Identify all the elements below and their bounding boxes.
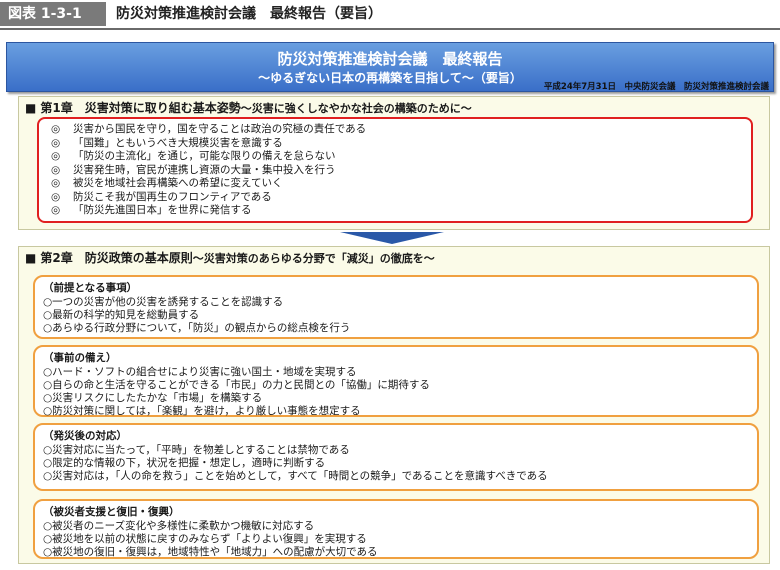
chapter-1-heading: ■ 第1章 災害対策に取り組む基本姿勢～災害に強くしなやかな社会の構築のために～ — [25, 99, 472, 116]
section-premises: （前提となる事項） ○一つの災害が他の災害を誘発することを認識する ○最新の科学… — [33, 275, 759, 339]
chapter-2-heading: ■ 第2章 防災政策の基本原則～災害対策のあらゆる分野で「減災」の徹底を～ — [25, 249, 435, 266]
chapter-2-subtitle: ～災害対策のあらゆる分野で「減災」の徹底を～ — [192, 252, 435, 265]
list-item: ○被災地を以前の状態に戻すのみならず「よりよい復興」を実現する — [43, 533, 367, 545]
double-circle-icon: ◎ — [51, 150, 61, 162]
section-title: （事前の備え） — [43, 352, 117, 364]
list-item: ◎ 「国難」ともいうべき大規模災害を意識する — [51, 136, 283, 149]
square-bullet-icon: ■ — [25, 251, 37, 265]
list-item: ○被災地の復旧・復興は，地域特性や「地域力」への配慮が大切である — [43, 546, 378, 558]
list-item: ◎ 「防災先進国日本」を世界に発信する — [51, 204, 252, 216]
list-item: ○災害リスクにしたたかな「市場」を構築する — [43, 392, 263, 404]
list-item: ○限定的な情報の下，状況を把握・想定し，適時に判断する — [43, 457, 326, 469]
list-item: ○災害対応は，「人の命を救う」ことを始めとして，すべて「時間との競争」であること… — [43, 470, 548, 482]
square-bullet-icon: ■ — [25, 101, 37, 115]
list-item: ○被災者のニーズ変化や多様性に柔軟かつ機敏に対応する — [43, 520, 315, 532]
figure-title: 防災対策推進検討会議 最終報告（要旨） — [116, 6, 382, 22]
double-circle-icon: ◎ — [51, 177, 61, 189]
chapter-1-principles-list: ◎ 災害から国民を守り，国を守ることは政治の究極の責任である ◎ 「国難」ともいうべ… — [37, 117, 753, 223]
list-item: ◎ 被災を地域社会再構築への希望に変えていく — [51, 177, 283, 189]
list-item: ○ハード・ソフトの組合せにより災害に強い国土・地域を実現する — [43, 366, 357, 378]
list-item: ○災害対応に当たって，「平時」を物差しとすることは禁物である — [43, 444, 350, 456]
figure-header: 図表 1-3-1 防災対策推進検討会議 最終報告（要旨） — [0, 0, 780, 30]
banner-title: 防災対策推進検討会議 最終報告 — [277, 50, 503, 68]
section-response: （発災後の対応） ○災害対応に当たって，「平時」を物差しとすることは禁物である … — [33, 423, 759, 491]
down-arrow-icon — [340, 232, 444, 244]
section-title: （前提となる事項） — [43, 282, 138, 294]
list-item: ○防災対策に関しては，「楽観」を避け，より厳しい事態を想定する — [43, 405, 361, 417]
list-item: ○最新の科学的知見を総動員する — [43, 309, 200, 321]
chapter-1-box: ■ 第1章 災害対策に取り組む基本姿勢～災害に強くしなやかな社会の構築のために～ … — [18, 96, 770, 230]
figure-tag: 図表 1-3-1 — [0, 2, 106, 26]
list-item: ◎ 防災こそ我が国再生のフロンティアである — [51, 190, 272, 203]
list-item: ○自らの命と生活を守ることができる「市民」の力と民間との「協働」に期待する — [43, 379, 430, 391]
chapter-1-title: 第1章 災害対策に取り組む基本姿勢 — [40, 101, 241, 115]
report-banner: 防災対策推進検討会議 最終報告 ～ゆるぎない日本の再構築を目指して～（要旨） 平… — [6, 42, 774, 92]
section-title: （被災者支援と復旧・復興） — [43, 506, 180, 518]
list-item: ◎ 災害発生時，官民が連携し資源の大量・集中投入を行う — [51, 163, 336, 176]
list-item: ○一つの災害が他の災害を誘発することを認識する — [43, 296, 284, 308]
double-circle-icon: ◎ — [51, 204, 61, 216]
chapter-1-subtitle: ～災害に強くしなやかな社会の構築のために～ — [240, 102, 472, 115]
banner-date: 平成24年7月31日 中央防災会議 防災対策推進検討会議 — [543, 82, 769, 92]
list-item: ○あらゆる行政分野について，「防災」の観点からの総点検を行う — [43, 322, 351, 334]
double-circle-icon: ◎ — [51, 190, 61, 203]
double-circle-icon: ◎ — [51, 163, 61, 176]
chapter-2-box: ■ 第2章 防災政策の基本原則～災害対策のあらゆる分野で「減災」の徹底を～ （前提… — [18, 246, 770, 564]
list-item: ◎ 「防災の主流化」を通じ，可能な限りの備えを怠らない — [51, 150, 336, 162]
double-circle-icon: ◎ — [51, 123, 61, 135]
section-title: （発災後の対応） — [43, 430, 127, 442]
double-circle-icon: ◎ — [51, 136, 61, 149]
list-item: ◎ 災害から国民を守り，国を守ることは政治の究極の責任である — [51, 123, 367, 135]
chapter-2-title: 第2章 防災政策の基本原則 — [40, 251, 193, 265]
section-preparation: （事前の備え） ○ハード・ソフトの組合せにより災害に強い国土・地域を実現する ○… — [33, 345, 759, 417]
section-recovery: （被災者支援と復旧・復興） ○被災者のニーズ変化や多様性に柔軟かつ機敏に対応する… — [33, 499, 759, 559]
